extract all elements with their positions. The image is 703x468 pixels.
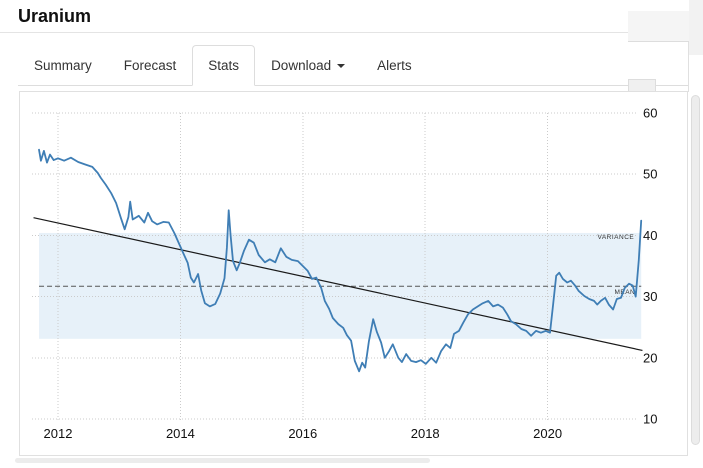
tab-stats[interactable]: Stats (192, 45, 255, 86)
variance-label: VARIANCE (597, 234, 634, 241)
page-title: Uranium (18, 6, 91, 27)
y-axis-tick-label: 40 (643, 228, 657, 243)
top-right-corner-fragment (689, 0, 703, 55)
chart-panel[interactable]: 10 20 30 40 50 60 2012 2014 2016 2018 2020 VARIANCE… (19, 91, 688, 456)
uranium-stats-page: Uranium Summary Forecast Stats Download … (0, 0, 703, 468)
x-axis-tick-label: 2014 (166, 426, 195, 441)
tab-bar: Summary Forecast Stats Download Alerts (18, 45, 688, 86)
tab-summary[interactable]: Summary (18, 45, 108, 86)
y-axis-tick-label: 10 (643, 412, 657, 427)
y-axis-tick-label: 30 (643, 289, 657, 304)
title-divider (0, 32, 688, 33)
header-side-fragment (628, 11, 689, 42)
x-axis-tick-label: 2012 (44, 426, 73, 441)
tab-alerts[interactable]: Alerts (361, 45, 428, 86)
y-axis-tick-label: 60 (643, 106, 657, 121)
horizontal-scrollbar-thumb[interactable] (15, 458, 430, 463)
uranium-price-chart[interactable]: 10 20 30 40 50 60 2012 2014 2016 2018 2020 VARIANCE… (20, 92, 687, 455)
x-axis-tick-label: 2020 (533, 426, 562, 441)
tab-download[interactable]: Download (255, 45, 361, 86)
y-axis-tick-label: 50 (643, 167, 657, 182)
x-axis-tick-label: 2018 (411, 426, 440, 441)
tab-forecast[interactable]: Forecast (108, 45, 193, 86)
x-axis-tick-label: 2016 (288, 426, 317, 441)
caret-down-icon (337, 64, 345, 68)
mean-label: MEAN (614, 289, 635, 296)
vertical-scrollbar-thumb[interactable] (691, 95, 700, 445)
y-axis-tick-label: 20 (643, 350, 657, 365)
